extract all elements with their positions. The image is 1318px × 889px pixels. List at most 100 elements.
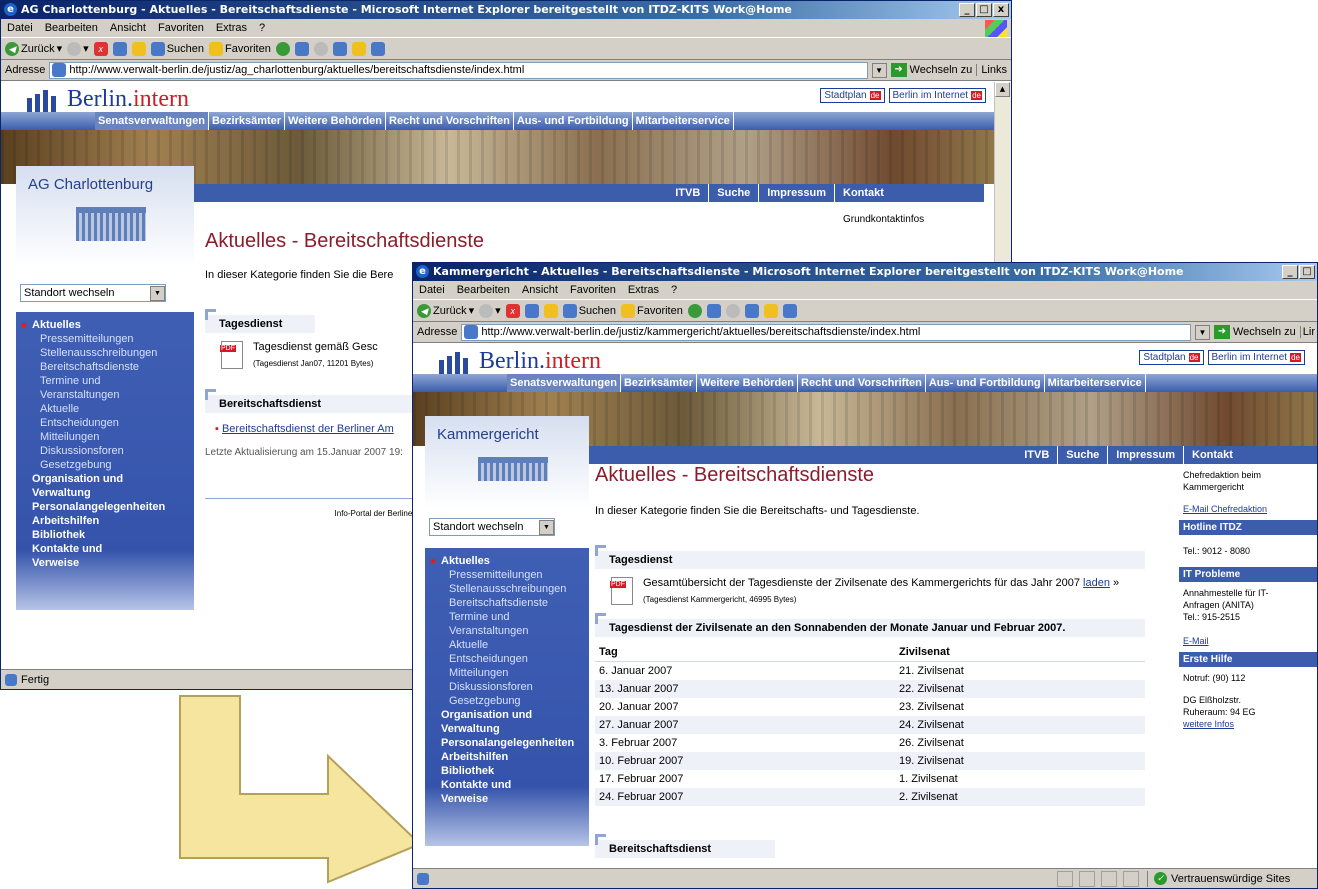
search-button[interactable]: Suchen <box>150 41 204 56</box>
sidenav-aktuelles[interactable]: Aktuelles <box>16 318 194 332</box>
back-button[interactable]: ◀ Zurück ▾ <box>5 41 62 56</box>
forward-button[interactable]: ▾ <box>67 41 89 56</box>
nav-kontakt[interactable]: Kontakt <box>834 184 984 202</box>
word-icon[interactable] <box>744 303 759 318</box>
sidenav-pressemitteilungen[interactable]: Pressemitteilungen <box>425 568 589 582</box>
weitere-infos-link[interactable]: weitere Infos <box>1183 718 1315 730</box>
standort-select[interactable]: Standort wechseln ▼ <box>429 518 555 536</box>
mail-icon[interactable] <box>706 303 721 318</box>
print-icon[interactable] <box>725 303 740 318</box>
go-button[interactable]: ➜ Wechseln zu <box>890 63 972 77</box>
nav-mitarbeiterservice[interactable]: Mitarbeiterservice <box>1045 374 1146 392</box>
nav-weitere-behoerden[interactable]: Weitere Behörden <box>285 112 387 130</box>
sidenav-bibliothek[interactable]: Bibliothek <box>425 764 589 778</box>
sidenav-diskussionsforen[interactable]: Diskussionsforen <box>16 444 194 458</box>
address-input[interactable]: http://www.verwalt-berlin.de/justiz/kamm… <box>461 323 1191 341</box>
home-icon[interactable] <box>131 41 146 56</box>
go-button[interactable]: ➜ Wechseln zu <box>1213 325 1296 339</box>
sidenav-kontakte[interactable]: Kontakte und <box>16 542 194 556</box>
nav-recht[interactable]: Recht und Vorschriften <box>798 374 926 392</box>
sidenav-mitteilungen[interactable]: Mitteilungen <box>16 430 194 444</box>
sidenav-gesetzgebung[interactable]: Gesetzgebung <box>425 694 589 708</box>
home-icon[interactable] <box>543 303 558 318</box>
folder-icon[interactable] <box>763 303 778 318</box>
links-label[interactable]: Lir <box>1299 326 1317 338</box>
messenger-icon[interactable] <box>782 303 797 318</box>
pdf-icon[interactable] <box>220 341 243 369</box>
nav-itvb[interactable]: ITVB <box>667 184 708 202</box>
history-icon[interactable] <box>687 303 702 318</box>
search-button[interactable]: Suchen <box>562 303 616 318</box>
address-dropdown[interactable]: ▼ <box>871 62 887 78</box>
sidenav-organisation[interactable]: Organisation und <box>16 472 194 486</box>
sidenav-verweise[interactable]: Verweise <box>425 792 589 806</box>
back-button[interactable]: ◀ Zurück ▾ <box>417 303 474 318</box>
minimize-button[interactable]: _ <box>1282 265 1298 279</box>
folder-icon[interactable] <box>351 41 366 56</box>
standort-select[interactable]: Standort wechseln ▼ <box>20 284 166 302</box>
nav-senatsverwaltungen[interactable]: Senatsverwaltungen <box>95 112 209 130</box>
close-button[interactable]: x <box>993 3 1009 17</box>
sidenav-veranstaltungen[interactable]: Veranstaltungen <box>16 388 194 402</box>
sidenav-arbeitshilfen[interactable]: Arbeitshilfen <box>16 514 194 528</box>
nav-impressum[interactable]: Impressum <box>1107 446 1183 464</box>
word-icon[interactable] <box>332 41 347 56</box>
maximize-button[interactable]: □ <box>976 3 992 17</box>
sidenav-verwaltung[interactable]: Verwaltung <box>425 722 589 736</box>
sidenav-bereitschaftsdienste[interactable]: Bereitschaftsdienste <box>425 596 589 610</box>
sidenav-termine[interactable]: Termine und <box>425 610 589 624</box>
print-icon[interactable] <box>313 41 328 56</box>
forward-button[interactable]: ▾ <box>479 303 501 318</box>
sidenav-mitteilungen[interactable]: Mitteilungen <box>425 666 589 680</box>
stadtplan-link[interactable]: Stadtplan de <box>820 88 885 103</box>
berlin-im-internet-link[interactable]: Berlin im Internet de <box>1207 350 1305 365</box>
sidenav-diskussionsforen[interactable]: Diskussionsforen <box>425 680 589 694</box>
pdf-download-link[interactable]: laden <box>1083 577 1110 589</box>
pdf-icon[interactable] <box>610 577 633 605</box>
stop-icon[interactable]: x <box>93 41 108 56</box>
nav-suche[interactable]: Suche <box>1057 446 1107 464</box>
sidenav-aktuelle[interactable]: Aktuelle <box>425 638 589 652</box>
nav-itvb[interactable]: ITVB <box>1016 446 1057 464</box>
menu-help[interactable]: ? <box>665 284 683 296</box>
sidenav-bibliothek[interactable]: Bibliothek <box>16 528 194 542</box>
sidenav-kontakte[interactable]: Kontakte und <box>425 778 589 792</box>
address-dropdown[interactable]: ▼ <box>1194 324 1210 340</box>
menu-favoriten[interactable]: Favoriten <box>152 22 210 34</box>
nav-suche[interactable]: Suche <box>708 184 758 202</box>
nav-recht[interactable]: Recht und Vorschriften <box>386 112 514 130</box>
sidenav-stellenausschreibungen[interactable]: Stellenausschreibungen <box>425 582 589 596</box>
sidenav-organisation[interactable]: Organisation und <box>425 708 589 722</box>
menu-ansicht[interactable]: Ansicht <box>104 22 152 34</box>
sidenav-arbeitshilfen[interactable]: Arbeitshilfen <box>425 750 589 764</box>
nav-mitarbeiterservice[interactable]: Mitarbeiterservice <box>633 112 734 130</box>
nav-bezirksaemter[interactable]: Bezirksämter <box>621 374 698 392</box>
menu-datei[interactable]: Datei <box>1 22 39 34</box>
menu-favoriten[interactable]: Favoriten <box>564 284 622 296</box>
nav-impressum[interactable]: Impressum <box>758 184 834 202</box>
email-chefredaktion-link[interactable]: E-Mail Chefredaktion <box>1183 503 1315 515</box>
nav-weitere-behoerden[interactable]: Weitere Behörden <box>697 374 799 392</box>
mail-icon[interactable] <box>294 41 309 56</box>
favorites-button[interactable]: Favoriten <box>621 303 683 318</box>
sidenav-stellenausschreibungen[interactable]: Stellenausschreibungen <box>16 346 194 360</box>
nav-senatsverwaltungen[interactable]: Senatsverwaltungen <box>507 374 621 392</box>
menu-bearbeiten[interactable]: Bearbeiten <box>451 284 516 296</box>
refresh-icon[interactable] <box>524 303 539 318</box>
sidenav-entscheidungen[interactable]: Entscheidungen <box>16 416 194 430</box>
maximize-button[interactable]: □ <box>1299 265 1315 279</box>
it-email-link[interactable]: E-Mail <box>1183 635 1315 647</box>
sidenav-personal[interactable]: Personalangelegenheiten <box>425 736 589 750</box>
stop-icon[interactable]: x <box>505 303 520 318</box>
favorites-button[interactable]: Favoriten <box>209 41 271 56</box>
nav-bezirksaemter[interactable]: Bezirksämter <box>209 112 286 130</box>
refresh-icon[interactable] <box>112 41 127 56</box>
menu-ansicht[interactable]: Ansicht <box>516 284 564 296</box>
nav-fortbildung[interactable]: Aus- und Fortbildung <box>514 112 633 130</box>
sidenav-termine[interactable]: Termine und <box>16 374 194 388</box>
menu-bearbeiten[interactable]: Bearbeiten <box>39 22 104 34</box>
nav-fortbildung[interactable]: Aus- und Fortbildung <box>926 374 1045 392</box>
sidenav-veranstaltungen[interactable]: Veranstaltungen <box>425 624 589 638</box>
history-icon[interactable] <box>275 41 290 56</box>
stadtplan-link[interactable]: Stadtplan de <box>1139 350 1204 365</box>
